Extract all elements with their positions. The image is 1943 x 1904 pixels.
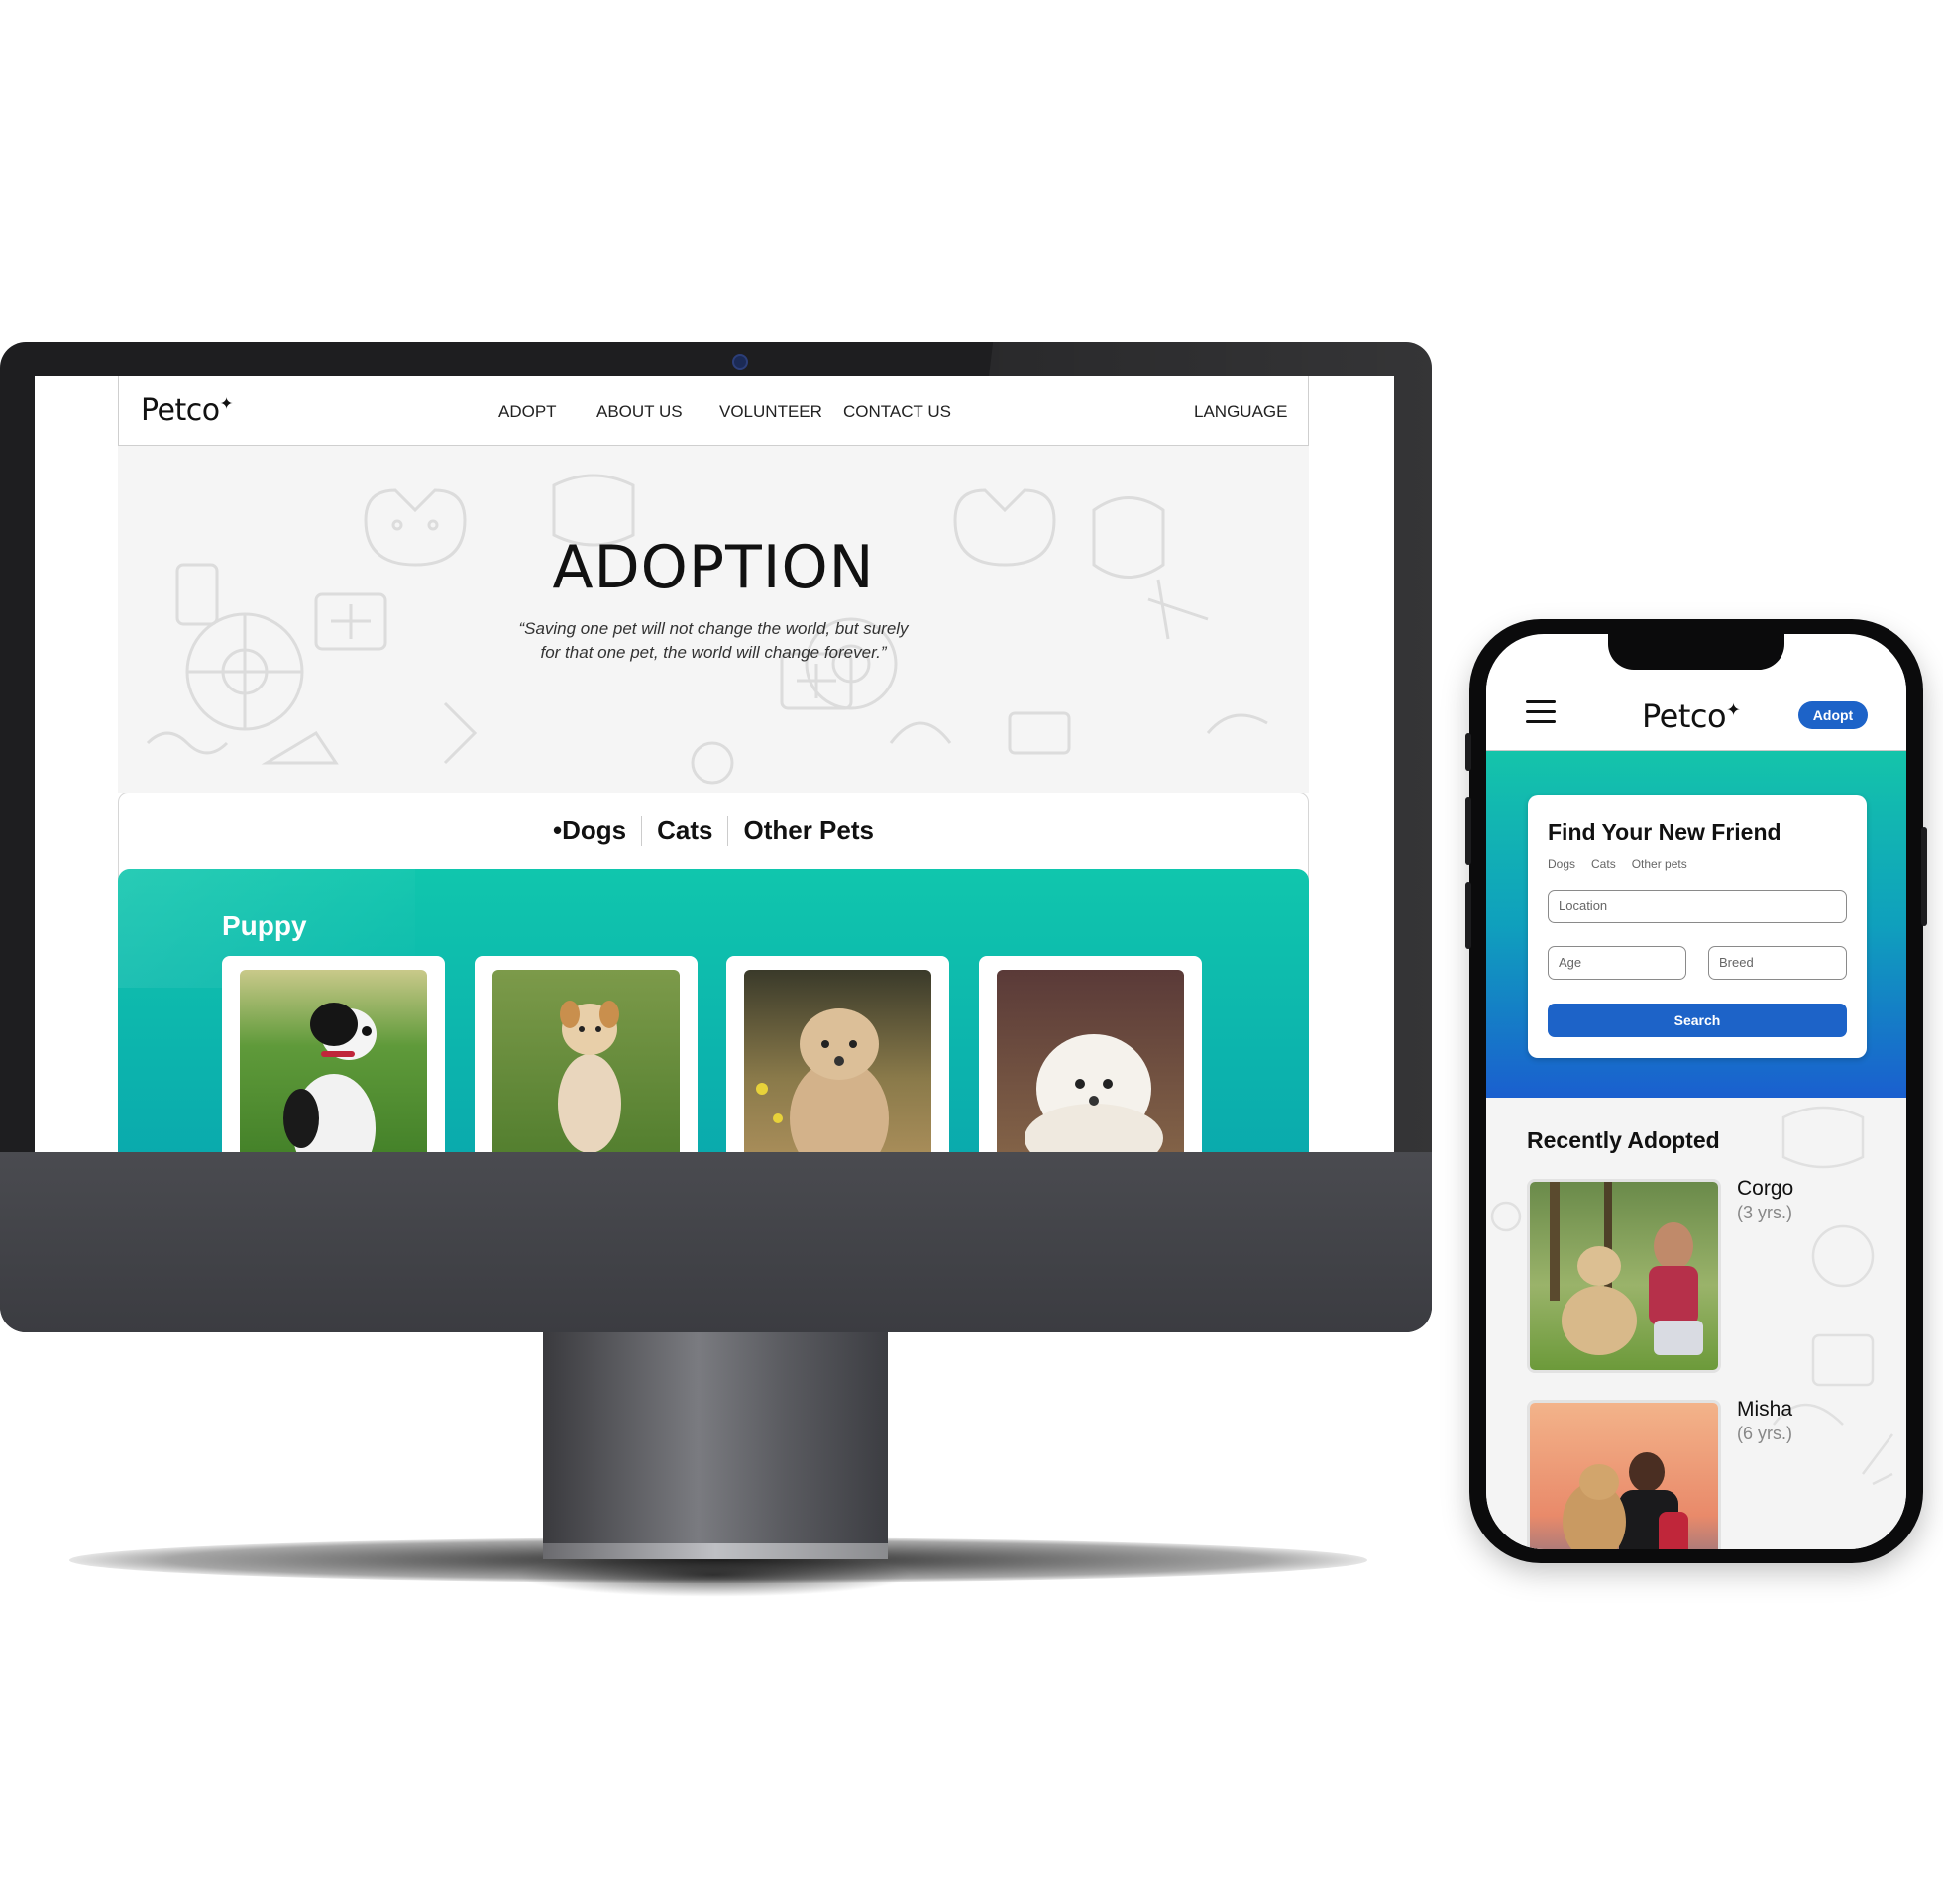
tab-dogs[interactable]: •Dogs bbox=[538, 815, 641, 846]
desktop-screen: Petco✦ ADOPT ABOUT US VOLUNTEER CONTACT … bbox=[35, 376, 1394, 1152]
phone-mute-switch bbox=[1465, 733, 1471, 771]
age-input[interactable]: Age bbox=[1548, 946, 1686, 980]
hero-quote: “Saving one pet will not change the worl… bbox=[518, 619, 909, 662]
section-title: Puppy bbox=[222, 910, 307, 941]
recently-adopted-title: Recently Adopted bbox=[1527, 1127, 1720, 1153]
tab-dogs[interactable]: Dogs bbox=[1548, 857, 1575, 871]
nav-volunteer[interactable]: VOLUNTEER bbox=[719, 402, 822, 422]
pet-card[interactable] bbox=[726, 956, 949, 1152]
search-button[interactable]: Search bbox=[1548, 1004, 1847, 1037]
petco-logo[interactable]: Petco✦ bbox=[1642, 697, 1741, 735]
adopted-pet-age: (3 yrs.) bbox=[1737, 1203, 1792, 1222]
nav-language[interactable]: LANGUAGE bbox=[1194, 402, 1287, 422]
search-card-tabs: Dogs Cats Other pets bbox=[1548, 857, 1703, 871]
page-title: ADOPTION bbox=[552, 533, 875, 602]
breed-input[interactable]: Breed bbox=[1708, 946, 1847, 980]
desktop-navbar: Petco✦ ADOPT ABOUT US VOLUNTEER CONTACT … bbox=[118, 376, 1309, 446]
location-input[interactable]: Location bbox=[1548, 890, 1847, 923]
adopted-pet-photo[interactable] bbox=[1527, 1400, 1721, 1549]
phone-power-button bbox=[1921, 827, 1927, 926]
adopt-button[interactable]: Adopt bbox=[1798, 701, 1868, 729]
puppy-photo bbox=[240, 970, 427, 1152]
hero-banner: ADOPTION “Saving one pet will not change… bbox=[118, 446, 1309, 793]
recently-adopted-section: Recently Adopted Corgo (3 yrs.) Misha (6… bbox=[1486, 1098, 1906, 1549]
monitor-chin bbox=[0, 1152, 1432, 1332]
nav-about-us[interactable]: ABOUT US bbox=[596, 402, 683, 422]
monitor-stand bbox=[543, 1332, 888, 1545]
tab-cats[interactable]: Cats bbox=[642, 815, 727, 846]
monitor-stand-base bbox=[543, 1543, 888, 1559]
search-card: Find Your New Friend Dogs Cats Other pets … bbox=[1528, 795, 1867, 1058]
logo-star-icon: ✦ bbox=[1726, 700, 1741, 721]
puppy-photo bbox=[744, 970, 931, 1152]
phone-volume-up bbox=[1465, 797, 1471, 865]
monitor-shadow-inner bbox=[515, 1553, 912, 1597]
search-section: Find Your New Friend Dogs Cats Other pets … bbox=[1486, 751, 1906, 1098]
petco-logo[interactable]: Petco✦ bbox=[141, 393, 233, 428]
logo-text: Petco bbox=[141, 393, 220, 428]
adopted-pet-name: Misha bbox=[1737, 1398, 1793, 1421]
adopted-pet-photo[interactable] bbox=[1527, 1179, 1721, 1373]
pet-card[interactable] bbox=[979, 956, 1202, 1152]
adopted-pet-name: Corgo bbox=[1737, 1177, 1794, 1200]
adopted-pet-age: (6 yrs.) bbox=[1737, 1424, 1792, 1443]
puppy-photo bbox=[997, 970, 1184, 1152]
puppy-section: Puppy bbox=[118, 869, 1309, 1152]
puppy-photo bbox=[492, 970, 680, 1152]
pet-card[interactable] bbox=[222, 956, 445, 1152]
webcam-icon bbox=[732, 354, 748, 370]
nav-adopt[interactable]: ADOPT bbox=[498, 402, 557, 422]
logo-star-icon: ✦ bbox=[219, 394, 234, 413]
tab-other-pets[interactable]: Other pets bbox=[1632, 857, 1687, 871]
phone-notch bbox=[1608, 634, 1784, 670]
tab-cats[interactable]: Cats bbox=[1591, 857, 1616, 871]
phone-volume-down bbox=[1465, 882, 1471, 949]
nav-contact-us[interactable]: CONTACT US bbox=[843, 402, 951, 422]
pet-card[interactable] bbox=[475, 956, 698, 1152]
menu-icon[interactable] bbox=[1526, 700, 1556, 724]
logo-text: Petco bbox=[1642, 697, 1727, 735]
tab-other-pets[interactable]: Other Pets bbox=[728, 815, 889, 846]
search-card-title: Find Your New Friend bbox=[1548, 819, 1781, 845]
mobile-screen: Petco✦ Adopt Find Your New Friend Dogs Ca… bbox=[1486, 634, 1906, 1549]
mobile-header: Petco✦ Adopt bbox=[1486, 670, 1906, 752]
